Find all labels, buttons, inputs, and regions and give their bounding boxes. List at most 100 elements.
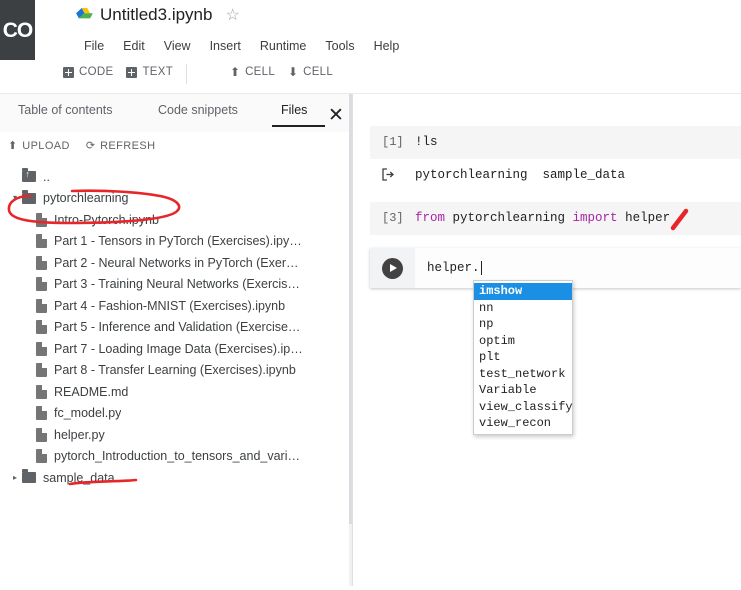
file-icon (36, 256, 47, 270)
active-cell-text: helper. (427, 261, 480, 275)
menu-bar: File Edit View Insert Runtime Tools Help (82, 38, 401, 54)
file-name: fc_model.py (54, 406, 121, 420)
file-name: README.md (54, 385, 128, 399)
menu-item-runtime[interactable]: Runtime (258, 38, 309, 54)
autocomplete-item[interactable]: nn (474, 300, 572, 317)
tab-table-of-contents[interactable]: Table of contents (18, 103, 113, 117)
sidebar-actions: ⬆ UPLOAD ⟳ REFRESH (8, 140, 155, 152)
code-cell-1[interactable]: [1] !ls (370, 126, 741, 159)
autocomplete-item[interactable]: plt (474, 349, 572, 366)
file-row[interactable]: Part 8 - Transfer Learning (Exercises).i… (0, 360, 348, 382)
expand-caret-icon[interactable]: ▸ (8, 474, 22, 482)
colab-logo[interactable]: CO (0, 0, 35, 60)
cell-source[interactable]: from pytorchlearning import helper (415, 211, 670, 226)
file-row[interactable]: pytorch_Introduction_to_tensors_and_vari… (0, 446, 348, 468)
file-icon (36, 213, 47, 227)
cell-output-1: pytorchlearning sample_data (370, 160, 741, 193)
autocomplete-item[interactable]: Variable (474, 382, 572, 399)
keyword-from: from (415, 211, 445, 225)
file-name: Part 8 - Transfer Learning (Exercises).i… (54, 363, 296, 377)
file-row[interactable]: Part 1 - Tensors in PyTorch (Exercises).… (0, 231, 348, 253)
refresh-label: REFRESH (100, 140, 155, 152)
arrow-down-icon: ⬇ (288, 66, 298, 78)
upload-button[interactable]: ⬆ UPLOAD (8, 140, 70, 152)
keyword-import: import (573, 211, 618, 225)
autocomplete-item[interactable]: view_recon (474, 415, 572, 432)
run-cell-button[interactable] (382, 258, 403, 279)
refresh-icon: ⟳ (86, 141, 95, 152)
move-cell-down-label: CELL (303, 66, 333, 78)
document-title-row: Untitled3.ipynb ☆ (76, 5, 240, 25)
menu-item-help[interactable]: Help (372, 38, 402, 54)
file-name: Intro-Pytorch.ipynb (54, 213, 159, 227)
file-row[interactable]: Part 4 - Fashion-MNIST (Exercises).ipynb (0, 295, 348, 317)
file-icon (36, 320, 47, 334)
autocomplete-popup[interactable]: imshownnnpoptimplttest_networkVariablevi… (473, 280, 573, 435)
file-row[interactable]: ▾pytorchlearning (0, 188, 348, 210)
file-name: helper.py (54, 428, 105, 442)
file-name: Part 7 - Loading Image Data (Exercises).… (54, 342, 303, 356)
expand-caret-icon[interactable]: ▾ (8, 194, 22, 202)
menu-item-edit[interactable]: Edit (121, 38, 147, 54)
tab-files[interactable]: Files (281, 103, 307, 117)
colab-window: CO Untitled3.ipynb ☆ File Edit View Inse… (0, 0, 741, 590)
file-name: Part 5 - Inference and Validation (Exerc… (54, 320, 300, 334)
file-icon (36, 234, 47, 248)
star-icon[interactable]: ☆ (225, 5, 239, 25)
menu-item-tools[interactable]: Tools (323, 38, 356, 54)
toolbar-divider (186, 64, 187, 84)
cell-prompt: [1] (370, 135, 415, 149)
code-text: pytorchlearning (445, 211, 573, 225)
cell-source[interactable]: !ls (415, 135, 438, 150)
move-cell-down-button[interactable]: ⬇ CELL (288, 66, 333, 78)
folder-up-icon (22, 171, 36, 182)
refresh-button[interactable]: ⟳ REFRESH (86, 140, 156, 152)
autocomplete-item[interactable]: np (474, 316, 572, 333)
close-icon[interactable]: ✕ (325, 105, 347, 127)
move-cell-up-button[interactable]: ⬆ CELL (230, 66, 275, 78)
tab-code-snippets[interactable]: Code snippets (158, 103, 238, 117)
autocomplete-item[interactable]: view_classify (474, 399, 572, 416)
file-row[interactable]: fc_model.py (0, 403, 348, 425)
active-cell-editor[interactable]: helper. (415, 261, 482, 275)
cell-prompt: [3] (370, 211, 415, 225)
file-row[interactable]: Part 2 - Neural Networks in PyTorch (Exe… (0, 252, 348, 274)
file-row[interactable]: README.md (0, 381, 348, 403)
output-text: pytorchlearning sample_data (415, 168, 625, 183)
page-title[interactable]: Untitled3.ipynb (100, 5, 212, 25)
file-icon (36, 342, 47, 356)
file-row[interactable]: helper.py (0, 424, 348, 446)
file-row[interactable]: Intro-Pytorch.ipynb (0, 209, 348, 231)
file-row[interactable]: .. (0, 166, 348, 188)
file-icon (36, 385, 47, 399)
file-name: Part 2 - Neural Networks in PyTorch (Exe… (54, 256, 304, 270)
code-cell-3[interactable]: [3] from pytorchlearning import helper (370, 202, 741, 235)
add-cell-group: CODE TEXT (63, 66, 173, 78)
add-text-cell-label: TEXT (142, 66, 173, 78)
menu-item-insert[interactable]: Insert (208, 38, 243, 54)
add-text-cell-button[interactable]: TEXT (126, 66, 173, 78)
autocomplete-item[interactable]: test_network (474, 366, 572, 383)
file-row[interactable]: Part 7 - Loading Image Data (Exercises).… (0, 338, 348, 360)
menu-item-view[interactable]: View (162, 38, 193, 54)
file-row[interactable]: ▸sample_data (0, 467, 348, 489)
autocomplete-item[interactable]: optim (474, 333, 572, 350)
add-code-cell-button[interactable]: CODE (63, 66, 113, 78)
file-icon (36, 363, 47, 377)
plus-icon (63, 67, 74, 78)
autocomplete-item[interactable]: imshow (474, 283, 572, 300)
play-icon (390, 264, 397, 272)
file-row[interactable]: Part 5 - Inference and Validation (Exerc… (0, 317, 348, 339)
file-row[interactable]: Part 3 - Training Neural Networks (Exerc… (0, 274, 348, 296)
file-icon (36, 277, 47, 291)
menu-item-file[interactable]: File (82, 38, 106, 54)
sidebar-divider (352, 94, 353, 590)
move-cell-up-label: CELL (245, 66, 275, 78)
file-name: pytorch_Introduction_to_tensors_and_vari… (54, 449, 300, 463)
file-icon (36, 428, 47, 442)
files-sidebar: Table of contents Code snippets Files ⬆ … (0, 94, 352, 590)
run-cell-gutter (370, 248, 415, 288)
move-cell-group: ⬆ CELL ⬇ CELL (230, 66, 333, 78)
file-name: .. (43, 170, 50, 184)
colab-logo-label: CO (3, 20, 33, 41)
